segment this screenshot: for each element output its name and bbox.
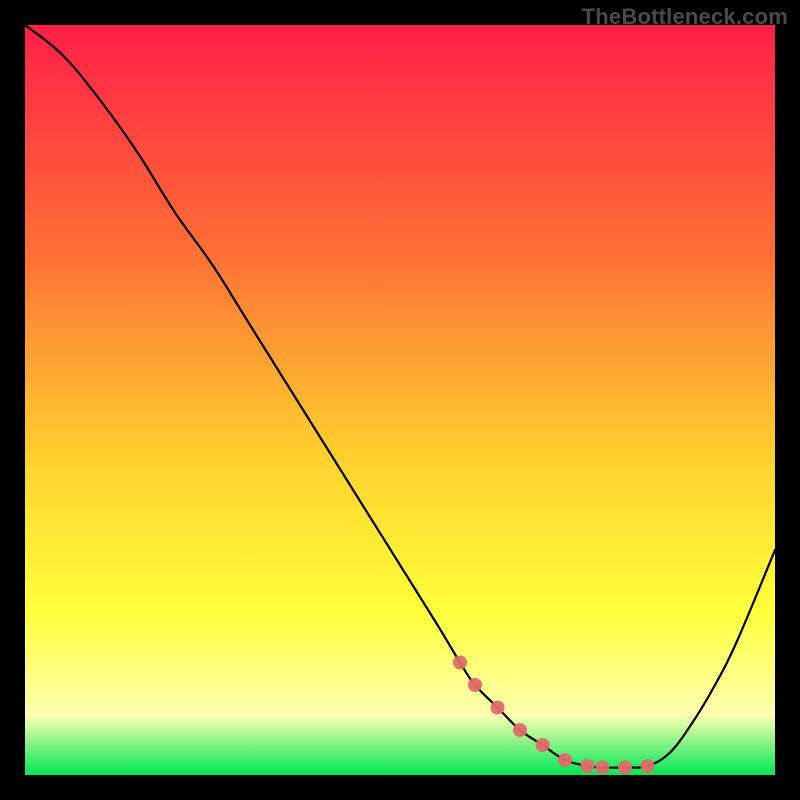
min-marker: [558, 753, 572, 767]
watermark-text: TheBottleneck.com: [582, 4, 788, 30]
min-marker: [536, 738, 550, 752]
gradient-background: [25, 25, 775, 775]
min-marker: [513, 723, 527, 737]
min-marker: [581, 759, 595, 773]
plot-area: [25, 25, 775, 775]
min-marker: [618, 761, 632, 775]
min-marker: [641, 759, 655, 773]
chart-svg: [25, 25, 775, 775]
min-marker: [491, 701, 505, 715]
min-marker: [468, 678, 482, 692]
min-marker: [596, 761, 610, 775]
min-marker: [453, 656, 467, 670]
chart-frame: TheBottleneck.com: [0, 0, 800, 800]
